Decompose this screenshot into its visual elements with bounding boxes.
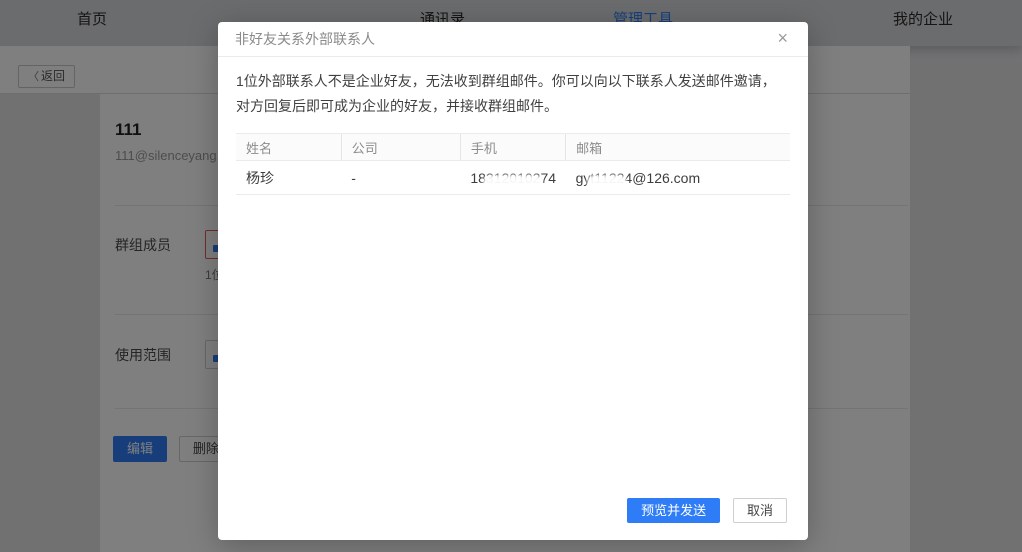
table-row: 杨珍 - 18312010274 gyt11224@126.com xyxy=(236,161,790,195)
dialog-footer: 预览并发送 取消 xyxy=(627,498,787,523)
dialog-title: 非好友关系外部联系人 xyxy=(235,31,375,47)
contact-name: 杨珍 xyxy=(236,161,341,195)
redaction-smudge: t1122 xyxy=(590,170,624,186)
external-contacts-dialog: 非好友关系外部联系人 × 1位外部联系人不是企业好友，无法收到群组邮件。你可以向… xyxy=(218,22,808,540)
table-header-row: 姓名 公司 手机 邮箱 xyxy=(236,134,790,161)
column-header-phone: 手机 xyxy=(460,134,565,161)
dialog-header: 非好友关系外部联系人 × xyxy=(218,22,808,57)
column-header-name: 姓名 xyxy=(236,134,341,161)
redaction-smudge: 3120102 xyxy=(486,170,541,186)
contact-phone: 18312010274 xyxy=(460,161,565,195)
contact-company: - xyxy=(341,161,460,195)
column-header-email: 邮箱 xyxy=(566,134,790,161)
external-contacts-table: 姓名 公司 手机 邮箱 杨珍 - 18312010274 gyt11224@12… xyxy=(236,133,790,195)
column-header-company: 公司 xyxy=(341,134,460,161)
preview-and-send-button[interactable]: 预览并发送 xyxy=(627,498,720,523)
dialog-description: 1位外部联系人不是企业好友，无法收到群组邮件。你可以向以下联系人发送邮件邀请，对… xyxy=(236,69,781,119)
app-window: 首页 通讯录 管理工具 我的企业 〈返回 111 111@silenceyang… xyxy=(0,0,1022,552)
close-icon[interactable]: × xyxy=(773,22,792,57)
contact-email: gyt11224@126.com xyxy=(566,161,790,195)
dialog-body: 1位外部联系人不是企业好友，无法收到群组邮件。你可以向以下联系人发送邮件邀请，对… xyxy=(218,57,808,195)
cancel-button[interactable]: 取消 xyxy=(733,498,787,523)
